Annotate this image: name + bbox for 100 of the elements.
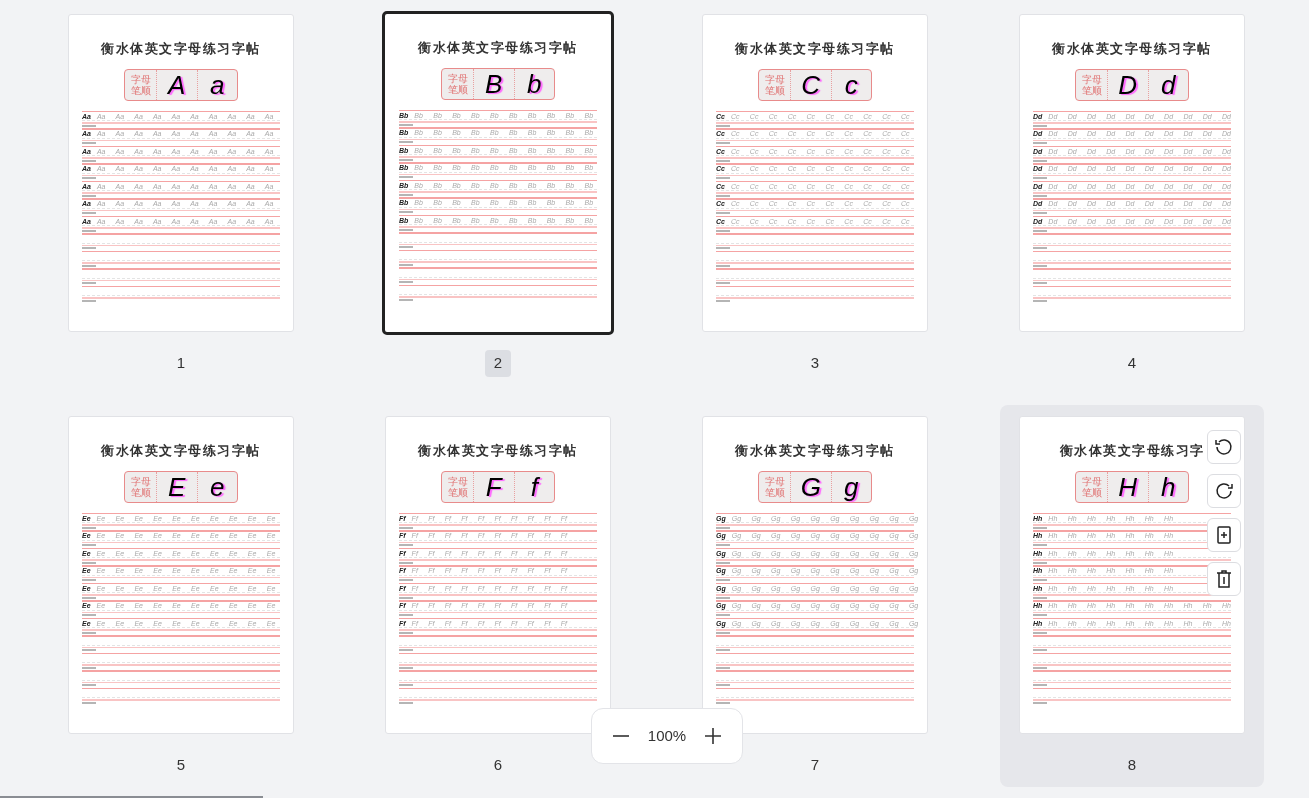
caption-mark — [399, 579, 413, 581]
stroke-label: 笔顺 — [1081, 486, 1102, 498]
caption-mark — [82, 684, 96, 686]
uppercase-letter: A — [168, 71, 186, 98]
minus-icon — [613, 735, 629, 737]
page-thumbnail[interactable] — [702, 14, 928, 332]
caption-mark — [82, 579, 96, 581]
uppercase-letter: E — [168, 473, 186, 500]
caption-mark — [399, 141, 413, 143]
caption-mark — [1033, 247, 1047, 249]
caption-mark — [1033, 684, 1047, 686]
uppercase-letter: B — [485, 70, 503, 97]
scrollbar[interactable] — [0, 796, 263, 798]
trash-button[interactable] — [1207, 562, 1241, 596]
caption-mark — [399, 263, 413, 266]
page-thumbnail[interactable] — [68, 14, 294, 332]
page-number: 2 — [485, 350, 511, 377]
caption-mark — [1033, 561, 1047, 564]
page-number: 6 — [492, 755, 504, 776]
caption-mark — [1033, 124, 1047, 127]
page-thumbnail[interactable] — [1019, 14, 1245, 332]
page-thumbnail[interactable] — [385, 14, 611, 332]
stroke-label: 笔顺 — [447, 83, 468, 95]
caption-mark — [716, 229, 730, 232]
stroke-label: 字母 — [1081, 475, 1102, 487]
caption-mark — [82, 299, 96, 302]
page-title: 衡水体英文字母练习字帖 — [101, 442, 261, 460]
page-number: 7 — [809, 755, 821, 776]
caption-mark — [716, 544, 730, 546]
caption-mark — [716, 579, 730, 581]
caption-mark — [82, 229, 96, 232]
page-number: 1 — [175, 353, 187, 374]
plus-icon — [704, 727, 722, 745]
caption-mark — [82, 526, 96, 529]
caption-mark — [82, 649, 96, 651]
caption-mark — [716, 159, 730, 162]
lowercase-letter: g — [844, 473, 859, 500]
caption-mark — [716, 684, 730, 686]
page-thumbnail[interactable] — [702, 416, 928, 734]
caption-mark — [1033, 701, 1047, 704]
caption-mark — [1033, 631, 1047, 634]
rotate-right-button[interactable] — [1207, 474, 1241, 508]
caption-mark — [1033, 229, 1047, 232]
caption-mark — [399, 684, 413, 686]
caption-mark — [1033, 212, 1047, 214]
uppercase-letter: C — [801, 71, 821, 98]
caption-mark — [399, 211, 413, 213]
zoom-level: 100% — [647, 725, 687, 746]
page-cell-background[interactable] — [1000, 405, 1264, 787]
caption-mark — [1033, 579, 1047, 581]
caption-mark — [1033, 159, 1047, 162]
caption-mark — [1033, 596, 1047, 599]
uppercase-letter: G — [800, 473, 821, 500]
page-title: 衡水体英文字母练习字 — [1059, 442, 1205, 460]
caption-mark — [1033, 544, 1047, 546]
caption-mark — [1033, 614, 1047, 616]
page-title: 衡水体英文字母练习字帖 — [418, 442, 578, 460]
page-number: 3 — [809, 353, 821, 374]
caption-mark — [716, 701, 730, 704]
caption-mark — [1033, 142, 1047, 144]
lowercase-letter: h — [1161, 473, 1176, 500]
stroke-label: 笔顺 — [764, 84, 785, 96]
add-page-button[interactable] — [1207, 518, 1241, 552]
page-title: 衡水体英文字母练习字帖 — [735, 442, 895, 460]
page-thumbnail[interactable] — [1019, 416, 1245, 734]
caption-mark — [716, 194, 730, 197]
caption-mark — [399, 298, 413, 301]
caption-mark — [399, 123, 413, 126]
rotate-left-button[interactable] — [1207, 430, 1241, 464]
caption-mark — [82, 124, 96, 127]
caption-mark — [399, 649, 413, 651]
caption-mark — [399, 631, 413, 634]
caption-mark — [1033, 264, 1047, 267]
caption-mark — [1033, 194, 1047, 197]
caption-mark — [82, 631, 96, 634]
caption-mark — [399, 544, 413, 546]
page-number: 5 — [175, 755, 187, 776]
caption-mark — [82, 264, 96, 267]
lowercase-letter: e — [210, 473, 225, 500]
stroke-label: 笔顺 — [1081, 84, 1102, 96]
caption-mark — [82, 614, 96, 616]
caption-mark — [716, 649, 730, 651]
caption-mark — [399, 561, 413, 564]
page-title: 衡水体英文字母练习字帖 — [735, 40, 895, 58]
caption-mark — [399, 596, 413, 599]
page-thumbnail[interactable] — [385, 416, 611, 734]
caption-mark — [1033, 649, 1047, 651]
caption-mark — [716, 212, 730, 214]
caption-mark — [716, 561, 730, 564]
caption-mark — [716, 614, 730, 616]
caption-mark — [399, 526, 413, 529]
stroke-label: 笔顺 — [447, 486, 468, 498]
stroke-label: 字母 — [130, 475, 151, 487]
stroke-label: 字母 — [764, 475, 785, 487]
uppercase-letter: D — [1118, 71, 1138, 98]
stroke-label: 笔顺 — [764, 486, 785, 498]
page-thumbnail[interactable] — [68, 416, 294, 734]
page-title: 衡水体英文字母练习字帖 — [418, 39, 578, 57]
caption-mark — [82, 247, 96, 249]
caption-mark — [716, 264, 730, 267]
